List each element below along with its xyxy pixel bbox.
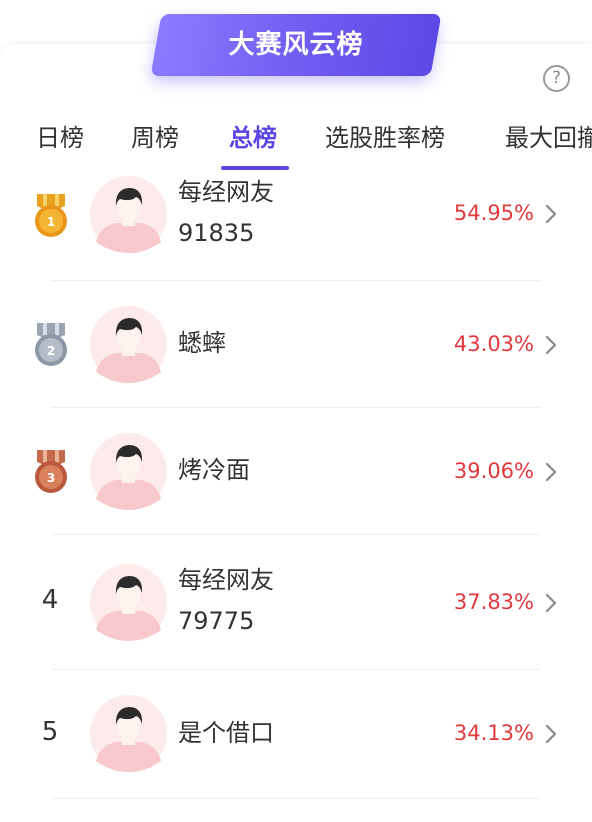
tab-overall[interactable]: 总榜 — [229, 118, 277, 153]
avatar — [90, 433, 167, 510]
user-id: 79775 — [178, 607, 255, 635]
avatar — [90, 176, 167, 253]
page-title: 大赛风云榜 — [228, 30, 364, 60]
list-item[interactable]: 3 烤冷面 39.06% — [0, 408, 592, 534]
win-rate: 37.83% — [453, 590, 534, 614]
avatar — [90, 695, 167, 772]
chevron-right-icon — [543, 334, 559, 356]
tab-daily[interactable]: 日榜 — [36, 118, 84, 153]
help-icon[interactable]: ? — [543, 65, 570, 92]
list-item[interactable]: 4 每经网友 79775 37.83% — [0, 535, 592, 669]
chevron-right-icon — [543, 723, 559, 745]
list-item[interactable]: 1 每经网友 91835 54.95% — [0, 174, 592, 280]
avatar — [90, 564, 167, 641]
list-item[interactable]: 5 是个借口 34.13% — [0, 670, 592, 798]
medal-rank-text: 1 — [47, 215, 55, 229]
win-rate: 39.06% — [453, 459, 534, 483]
chevron-right-icon — [543, 203, 559, 225]
medal-rank-text: 3 — [47, 471, 55, 485]
silver-medal-icon: 2 — [35, 323, 67, 366]
tab-max-drawdown[interactable]: 最大回撤 — [505, 118, 592, 153]
medal-rank-text: 2 — [47, 344, 55, 358]
win-rate: 34.13% — [453, 721, 534, 745]
list-item[interactable]: 2 蟋蟀 43.03% — [0, 281, 592, 407]
tab-weekly[interactable]: 周榜 — [131, 118, 179, 153]
bronze-medal-icon: 3 — [35, 450, 67, 493]
tab-bar: 日榜 周榜 总榜 选股胜率榜 最大回撤 — [0, 110, 592, 174]
user-name: 是个借口 — [178, 719, 274, 747]
divider — [52, 798, 540, 799]
user-id: 91835 — [178, 219, 255, 247]
win-rate: 43.03% — [453, 332, 534, 356]
rank-number: 4 — [41, 585, 59, 615]
avatar — [90, 306, 167, 383]
active-tab-indicator — [221, 166, 289, 170]
user-name: 蟋蟀 — [178, 329, 226, 357]
rank-number: 5 — [41, 717, 59, 747]
tab-stock-win-rate[interactable]: 选股胜率榜 — [325, 118, 445, 153]
user-name: 每经网友 — [178, 178, 274, 206]
user-name: 每经网友 — [178, 566, 274, 594]
chevron-right-icon — [543, 592, 559, 614]
user-name: 烤冷面 — [178, 456, 250, 484]
gold-medal-icon: 1 — [35, 194, 67, 237]
win-rate: 54.95% — [453, 201, 534, 225]
chevron-right-icon — [543, 461, 559, 483]
